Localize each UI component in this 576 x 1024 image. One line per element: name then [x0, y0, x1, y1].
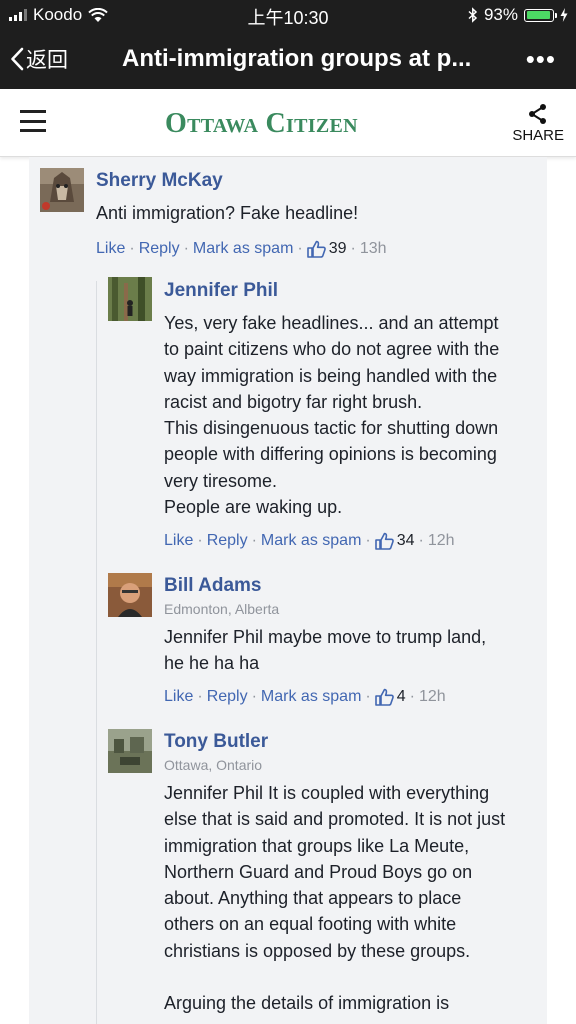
- comment-line: People are waking up.: [164, 497, 343, 518]
- status-bar: Koodo 上午10:30 93%: [0, 0, 576, 30]
- comment-actions: Like · Reply · Mark as spam · 34 · 12h: [164, 532, 455, 550]
- like-count: 34: [396, 532, 415, 549]
- separator: ·: [365, 688, 371, 705]
- separator: ·: [251, 532, 257, 549]
- site-logo[interactable]: Ottawa Citizen: [165, 108, 358, 140]
- comment-line: Anti immigration? Fake headline!: [96, 203, 359, 223]
- comment-location: Edmonton, Alberta: [164, 601, 280, 617]
- comment-line: Northern Guard and Proud Boys go on: [164, 861, 473, 882]
- comment-line: about. Anything that appears to place: [164, 888, 462, 909]
- comment-text: Jennifer Phil maybe move to trump land, …: [164, 624, 486, 677]
- thumbs-up-icon[interactable]: [374, 532, 394, 550]
- chevron-left-icon: [11, 47, 24, 71]
- separator: ·: [365, 532, 371, 549]
- separator: ·: [350, 240, 356, 257]
- comment-line: [164, 964, 505, 990]
- like-link[interactable]: Like: [164, 688, 193, 706]
- back-button[interactable]: 返回: [10, 44, 68, 74]
- mark-as-spam-link[interactable]: Mark as spam: [261, 532, 361, 550]
- comment-line: else that is said and promoted. It is no…: [164, 809, 506, 830]
- thumbs-up-icon[interactable]: [374, 688, 394, 706]
- hamburger-menu-icon[interactable]: [20, 110, 46, 132]
- share-button[interactable]: SHARE: [512, 103, 564, 144]
- separator: ·: [129, 240, 135, 257]
- comment-line: immigration that groups like La Meute,: [164, 835, 470, 856]
- avatar[interactable]: [108, 573, 152, 617]
- comment-line: to paint citizens who do not agree with …: [164, 339, 500, 360]
- reply-thread-divider: [96, 281, 97, 1024]
- comment-line: Arguing the details of immigration is: [164, 993, 450, 1014]
- comment-timestamp[interactable]: 12h: [428, 532, 455, 550]
- comment-actions: Like · Reply · Mark as spam · 39 · 13h: [96, 240, 387, 258]
- site-header: Ottawa Citizen SHARE: [0, 89, 576, 157]
- page-title: Anti-immigration groups at p...: [122, 45, 472, 72]
- reply-link[interactable]: Reply: [207, 532, 248, 550]
- comment-text: Jennifer Phil It is coupled with everyth…: [164, 780, 505, 1017]
- avatar[interactable]: [108, 729, 152, 773]
- comment-line: This disingenuous tactic for shutting do…: [164, 418, 499, 439]
- comment-line: Jennifer Phil maybe move to trump land,: [164, 627, 487, 647]
- like-count: 4: [396, 688, 406, 705]
- like-link[interactable]: Like: [96, 240, 125, 258]
- comment-author[interactable]: Bill Adams: [164, 575, 262, 597]
- comment-author[interactable]: Sherry McKay: [96, 170, 223, 192]
- mark-as-spam-link[interactable]: Mark as spam: [193, 240, 293, 258]
- reply-link[interactable]: Reply: [207, 688, 248, 706]
- comment-line: very tiresome.: [164, 470, 278, 491]
- separator: ·: [197, 688, 203, 705]
- share-icon: [529, 104, 547, 124]
- battery-percent: 93%: [483, 5, 518, 24]
- comment-line: racist and bigotry far right brush.: [164, 391, 423, 412]
- comment-author[interactable]: Tony Butler: [164, 731, 268, 753]
- comment-line: others on an equal footing with white: [164, 914, 457, 935]
- thumbs-up-icon[interactable]: [306, 240, 326, 258]
- comment-line: christians is opposed by these groups.: [164, 940, 471, 961]
- comment-author[interactable]: Jennifer Phil: [164, 280, 278, 302]
- separator: ·: [197, 532, 203, 549]
- comment-line: he he ha ha: [164, 653, 260, 674]
- avatar[interactable]: [108, 277, 152, 321]
- comment-location: Ottawa, Ontario: [164, 757, 263, 773]
- more-options-button[interactable]: •••: [526, 44, 556, 75]
- share-label: SHARE: [512, 127, 564, 144]
- navigation-bar: 返回 Anti-immigration groups at p... •••: [0, 30, 576, 89]
- separator: ·: [297, 240, 303, 257]
- bluetooth-icon: [468, 7, 478, 23]
- back-label: 返回: [26, 49, 68, 72]
- comment-line: way immigration is being handled with th…: [164, 365, 498, 386]
- separator: ·: [251, 688, 257, 705]
- separator: ·: [409, 688, 415, 705]
- reply-link[interactable]: Reply: [139, 240, 180, 258]
- comment-line: Yes, very fake headlines... and an attem…: [164, 313, 499, 333]
- comment-text: Yes, very fake headlines... and an attem…: [164, 310, 499, 520]
- comment-timestamp[interactable]: 12h: [419, 688, 446, 706]
- comments-section: Sherry McKay Anti immigration? Fake head…: [29, 157, 547, 1024]
- comment-actions: Like · Reply · Mark as spam · 4 · 12h: [164, 688, 446, 706]
- battery-icon: [524, 8, 557, 22]
- avatar[interactable]: [40, 168, 84, 212]
- comment-line: Jennifer Phil It is coupled with everyth…: [164, 783, 490, 803]
- separator: ·: [418, 532, 424, 549]
- comment-line: people with differing opinions is becomi…: [164, 444, 497, 465]
- charging-icon: [560, 8, 568, 22]
- comment-timestamp[interactable]: 13h: [360, 240, 387, 258]
- like-link[interactable]: Like: [164, 532, 193, 550]
- mark-as-spam-link[interactable]: Mark as spam: [261, 688, 361, 706]
- like-count: 39: [328, 240, 347, 257]
- comment-text: Anti immigration? Fake headline!: [96, 200, 358, 226]
- separator: ·: [183, 240, 189, 257]
